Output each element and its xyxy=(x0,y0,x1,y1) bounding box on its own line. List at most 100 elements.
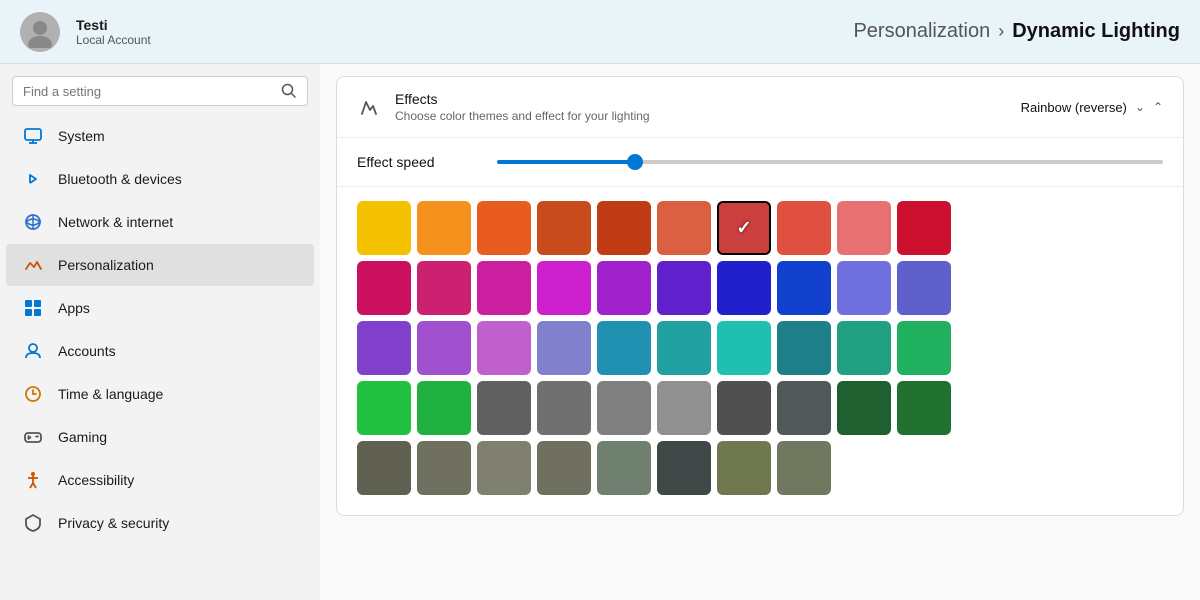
effects-subtitle: Choose color themes and effect for your … xyxy=(395,109,1007,123)
sidebar-item-label: Privacy & security xyxy=(58,515,169,531)
search-input[interactable] xyxy=(23,84,273,99)
color-swatch[interactable] xyxy=(777,321,831,375)
color-swatch[interactable] xyxy=(357,261,411,315)
color-swatch[interactable] xyxy=(897,201,951,255)
sidebar-item-privacy[interactable]: Privacy & security xyxy=(6,502,314,544)
speed-slider-container xyxy=(497,160,1163,164)
color-swatch[interactable] xyxy=(657,321,711,375)
color-swatch[interactable] xyxy=(477,201,531,255)
color-swatch[interactable] xyxy=(537,321,591,375)
color-swatch[interactable] xyxy=(537,201,591,255)
color-swatch[interactable] xyxy=(777,441,831,495)
color-swatch[interactable] xyxy=(417,261,471,315)
color-swatch[interactable] xyxy=(897,381,951,435)
sidebar-item-bluetooth[interactable]: Bluetooth & devices xyxy=(6,158,314,200)
effects-dropdown-value[interactable]: Rainbow (reverse) xyxy=(1021,100,1127,115)
apps-icon xyxy=(22,297,44,319)
effects-panel: Effects Choose color themes and effect f… xyxy=(336,76,1184,516)
color-swatch[interactable] xyxy=(357,381,411,435)
color-swatch[interactable] xyxy=(717,261,771,315)
color-swatch[interactable] xyxy=(837,381,891,435)
color-swatch[interactable] xyxy=(777,201,831,255)
chevron-down-icon[interactable]: ⌄ xyxy=(1135,100,1145,114)
color-swatch[interactable] xyxy=(657,441,711,495)
color-swatch[interactable] xyxy=(717,381,771,435)
sidebar-item-accessibility[interactable]: Accessibility xyxy=(6,459,314,501)
effects-title: Effects xyxy=(395,91,1007,107)
color-swatch[interactable] xyxy=(417,201,471,255)
color-swatch[interactable] xyxy=(417,381,471,435)
color-swatch[interactable] xyxy=(657,201,711,255)
effects-icon xyxy=(357,95,381,119)
sidebar-item-system[interactable]: System xyxy=(6,115,314,157)
sidebar-item-label: Accounts xyxy=(58,343,116,359)
color-swatch[interactable] xyxy=(537,261,591,315)
color-swatch[interactable] xyxy=(537,441,591,495)
breadcrumb-parent: Personalization xyxy=(853,20,990,43)
color-swatch[interactable] xyxy=(357,321,411,375)
color-swatch[interactable] xyxy=(417,321,471,375)
color-swatch[interactable] xyxy=(837,201,891,255)
nav-container: System Bluetooth & devices Network & int… xyxy=(0,114,320,545)
time-icon xyxy=(22,383,44,405)
color-swatch[interactable] xyxy=(597,201,651,255)
color-swatch[interactable] xyxy=(477,441,531,495)
color-swatch[interactable] xyxy=(477,321,531,375)
speed-label: Effect speed xyxy=(357,154,477,170)
effects-text: Effects Choose color themes and effect f… xyxy=(395,91,1007,123)
color-swatch[interactable] xyxy=(897,261,951,315)
user-role: Local Account xyxy=(76,33,151,47)
sidebar-item-label: Personalization xyxy=(58,257,154,273)
color-swatch[interactable] xyxy=(417,441,471,495)
color-swatch[interactable] xyxy=(717,321,771,375)
breadcrumb-separator: › xyxy=(998,21,1004,42)
search-box[interactable] xyxy=(12,76,308,106)
color-swatch[interactable] xyxy=(357,201,411,255)
color-swatch[interactable] xyxy=(597,441,651,495)
color-swatch[interactable] xyxy=(837,261,891,315)
color-swatch[interactable] xyxy=(717,441,771,495)
user-info: Testi Local Account xyxy=(76,17,151,47)
color-swatch[interactable] xyxy=(477,261,531,315)
color-swatch[interactable] xyxy=(597,261,651,315)
color-swatch[interactable] xyxy=(657,261,711,315)
color-swatch[interactable] xyxy=(597,321,651,375)
network-icon xyxy=(22,211,44,233)
system-icon xyxy=(22,125,44,147)
color-swatch[interactable] xyxy=(477,381,531,435)
bluetooth-icon xyxy=(22,168,44,190)
color-swatch[interactable]: ✓ xyxy=(717,201,771,255)
chevron-up-icon[interactable]: ⌃ xyxy=(1153,100,1163,114)
color-grid-area: ✓ xyxy=(337,187,1183,515)
search-icon xyxy=(281,83,297,99)
sidebar-item-gaming[interactable]: Gaming xyxy=(6,416,314,458)
breadcrumb-current: Dynamic Lighting xyxy=(1012,20,1180,43)
sidebar-item-accounts[interactable]: Accounts xyxy=(6,330,314,372)
main-layout: System Bluetooth & devices Network & int… xyxy=(0,64,1200,600)
accessibility-icon xyxy=(22,469,44,491)
effects-header: Effects Choose color themes and effect f… xyxy=(337,77,1183,138)
color-swatch[interactable] xyxy=(537,381,591,435)
personalization-icon xyxy=(22,254,44,276)
sidebar-item-label: Network & internet xyxy=(58,214,173,230)
color-swatch[interactable] xyxy=(837,321,891,375)
privacy-icon xyxy=(22,512,44,534)
color-swatch[interactable] xyxy=(777,261,831,315)
effects-control[interactable]: Rainbow (reverse) ⌄ ⌃ xyxy=(1021,100,1163,115)
color-swatch[interactable] xyxy=(777,381,831,435)
speed-row: Effect speed xyxy=(337,138,1183,187)
sidebar-item-label: Time & language xyxy=(58,386,163,402)
avatar xyxy=(20,12,60,52)
gaming-icon xyxy=(22,426,44,448)
color-swatch[interactable] xyxy=(597,381,651,435)
color-grid: ✓ xyxy=(357,201,1163,495)
sidebar-item-apps[interactable]: Apps xyxy=(6,287,314,329)
sidebar-item-time[interactable]: Time & language xyxy=(6,373,314,415)
speed-slider[interactable] xyxy=(497,160,1163,164)
color-swatch[interactable] xyxy=(357,441,411,495)
header: Testi Local Account Personalization › Dy… xyxy=(0,0,1200,64)
sidebar-item-personalization[interactable]: Personalization xyxy=(6,244,314,286)
sidebar-item-network[interactable]: Network & internet xyxy=(6,201,314,243)
color-swatch[interactable] xyxy=(657,381,711,435)
color-swatch[interactable] xyxy=(897,321,951,375)
